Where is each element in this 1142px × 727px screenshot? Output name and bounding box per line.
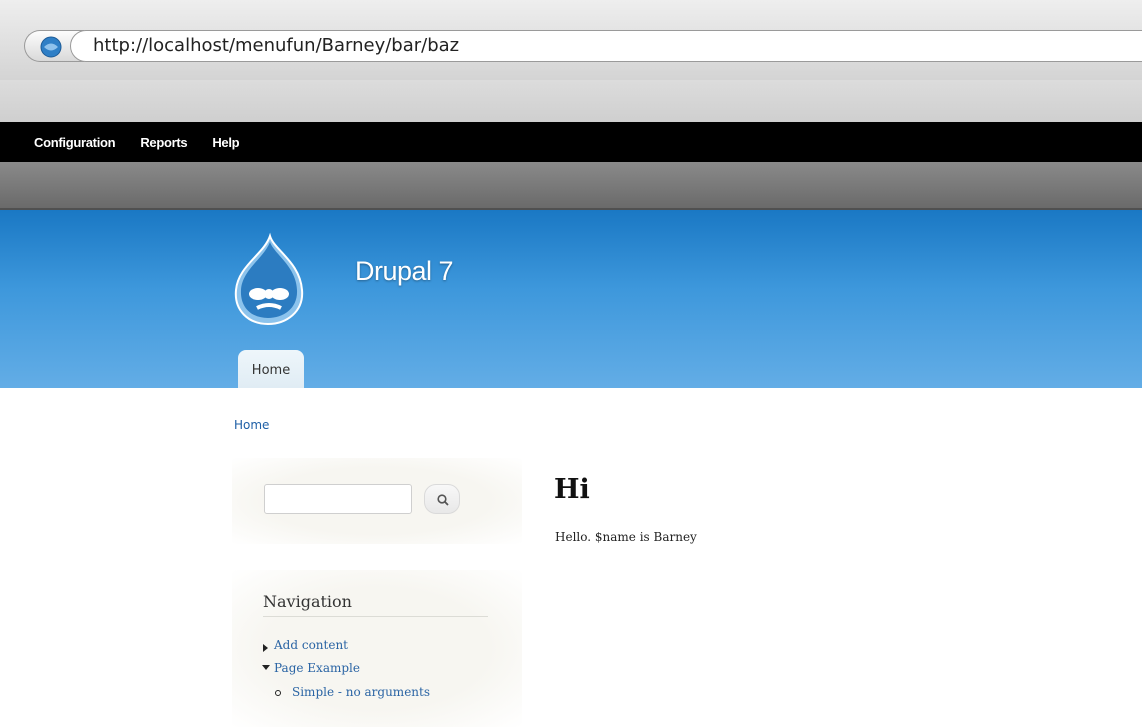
nav-item-add-content[interactable]: Add content [274, 638, 348, 652]
navigation-title: Navigation [263, 592, 352, 611]
navigation-block: Navigation Add content Page Example Simp… [232, 570, 522, 727]
expanded-arrow-icon [262, 665, 270, 670]
site-globe-icon [40, 36, 62, 58]
drupal-logo-icon[interactable] [230, 232, 308, 328]
toolbar-shortcuts-bar [0, 162, 1142, 210]
page-title: Hi [554, 474, 590, 505]
toolbar-configuration-link[interactable]: Configuration [34, 135, 116, 150]
search-button[interactable] [424, 484, 460, 514]
circle-bullet-icon [275, 690, 281, 696]
breadcrumb-home-link[interactable]: Home [234, 418, 269, 432]
search-icon [437, 494, 449, 506]
address-bar[interactable]: http://localhost/menufun/Barney/bar/baz [70, 30, 1142, 62]
site-name[interactable]: Drupal 7 [355, 256, 454, 287]
browser-toolbar-area [0, 80, 1142, 122]
admin-toolbar: Configuration Reports Help [0, 122, 1142, 162]
toolbar-reports-link[interactable]: Reports [140, 135, 187, 150]
navigation-divider [263, 616, 488, 617]
collapsed-arrow-icon [263, 644, 268, 652]
breadcrumb: Home [234, 418, 269, 432]
nav-item-page-example[interactable]: Page Example [274, 661, 360, 675]
tab-home[interactable]: Home [238, 350, 304, 388]
site-header: Drupal 7 Home [0, 210, 1142, 388]
page-body-text: Hello. $name is Barney [555, 530, 697, 544]
search-input[interactable] [264, 484, 412, 514]
url-text: http://localhost/menufun/Barney/bar/baz [93, 35, 460, 56]
search-block [232, 458, 522, 544]
nav-item-simple-no-arguments[interactable]: Simple - no arguments [292, 685, 430, 699]
toolbar-help-link[interactable]: Help [212, 135, 239, 150]
